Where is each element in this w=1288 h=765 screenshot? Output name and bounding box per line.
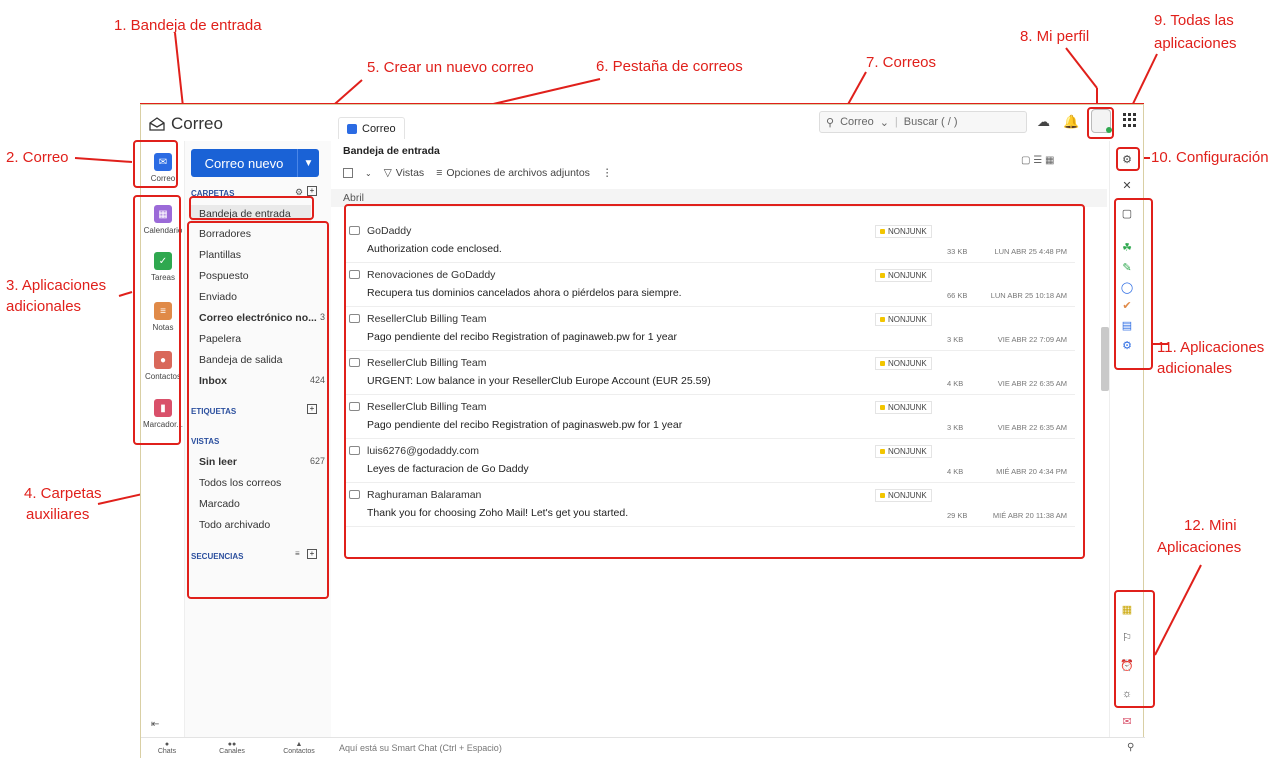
- annotation-11-line2: adicionales: [1157, 360, 1233, 377]
- annotation-4-line1: 4. Carpetas: [24, 485, 102, 502]
- footer-contactos[interactable]: ▲ Contactos: [279, 741, 319, 755]
- annotation-2: 2. Correo: [6, 149, 69, 166]
- annotation-box-correo: [133, 140, 178, 188]
- annotation-11-line1: 11. Aplicaciones: [1157, 339, 1265, 356]
- footer-canales[interactable]: ●● Canales: [212, 741, 252, 755]
- annotation-8: 8. Mi perfil: [1020, 28, 1090, 45]
- new-mail-label: Correo nuevo: [204, 155, 284, 171]
- chevron-down-icon: ⌄: [879, 116, 889, 129]
- annotation-7: 7. Correos: [866, 54, 937, 71]
- new-mail-button[interactable]: Correo nuevo ▼: [191, 149, 319, 177]
- scrollbar-thumb[interactable]: [1101, 327, 1109, 391]
- channels-icon: ●●: [227, 741, 237, 748]
- tab-correo[interactable]: Correo: [338, 117, 405, 139]
- scrollbar[interactable]: [1099, 195, 1109, 735]
- separator: |: [894, 116, 898, 128]
- chevron-down-icon[interactable]: ⌄: [365, 169, 372, 178]
- attachment-icon: ≡: [436, 167, 443, 179]
- app-title: Correo: [171, 114, 223, 133]
- list-toolbar: ⌄ ▽ Vistas ≡ Opciones de archivos adjunt…: [343, 167, 612, 179]
- annotation-12-line1: 12. Mini: [1184, 517, 1237, 534]
- add-folder-icon[interactable]: +: [307, 186, 317, 196]
- top-bar: Correo Correo ⚲ Correo ⌄ | Buscar ( / ) …: [141, 105, 1145, 141]
- annotation-9-line1: 9. Todas las: [1154, 12, 1234, 29]
- bell-icon[interactable]: 🔔: [1063, 114, 1079, 130]
- annotation-1: 1. Bandeja de entrada: [114, 17, 262, 34]
- annotation-10: 10. Configuración: [1151, 149, 1269, 166]
- screenshot-page: 1. Bandeja de entrada 2. Correo 3. Aplic…: [0, 0, 1288, 765]
- annotation-box-folders: [187, 221, 329, 599]
- chevron-down-icon[interactable]: ▼: [297, 149, 319, 177]
- mail-logo-icon: [149, 117, 165, 131]
- footer-bar: ● Chats ●● Canales ▲ Contactos Aquí está su…: [141, 737, 1145, 759]
- search-icon: ⚲: [826, 116, 835, 129]
- cloud-sync-icon[interactable]: ☁: [1037, 114, 1050, 130]
- chat-bubble-icon: ●: [164, 741, 170, 748]
- annotation-box-mails: [344, 204, 1085, 559]
- collapse-icon[interactable]: ⇤: [151, 719, 159, 730]
- select-all-checkbox[interactable]: [343, 168, 353, 178]
- search-scope[interactable]: Correo: [840, 116, 874, 128]
- search-placeholder: Buscar ( / ): [903, 116, 958, 128]
- person-icon: ▲: [295, 741, 303, 748]
- annotation-12-line2: Aplicaciones: [1157, 539, 1242, 556]
- filter-icon: ▽: [383, 167, 392, 179]
- shield-icon[interactable]: ✕: [1120, 179, 1134, 193]
- mail-tab-icon: [347, 123, 357, 134]
- search-icon[interactable]: ⚲: [1127, 742, 1134, 753]
- annotation-9-line2: aplicaciones: [1154, 35, 1237, 52]
- feedback-icon[interactable]: ✉: [1120, 715, 1134, 729]
- smart-chat-input[interactable]: Aquí está su Smart Chat (Ctrl + Espacio): [339, 743, 502, 753]
- tab-label: Correo: [362, 122, 396, 135]
- annotation-3-line2: adicionales: [6, 298, 82, 315]
- more-options-icon[interactable]: ⋮: [602, 167, 613, 179]
- annotation-box-apps: [133, 195, 181, 445]
- annotation-box-extra-apps: [1114, 198, 1153, 370]
- annotation-box-mini-apps: [1114, 590, 1155, 708]
- footer-chats[interactable]: ● Chats: [147, 741, 187, 755]
- app-brand: Correo: [149, 114, 223, 134]
- annotation-3-line1: 3. Aplicaciones: [6, 277, 107, 294]
- all-apps-grid-icon[interactable]: [1123, 113, 1137, 127]
- attachment-options-button[interactable]: Opciones de archivos adjuntos: [446, 167, 590, 179]
- view-mode-icons[interactable]: ▢ ☰ ▦: [1021, 155, 1054, 166]
- list-title: Bandeja de entrada: [343, 145, 440, 157]
- views-button[interactable]: Vistas: [396, 167, 424, 179]
- annotation-6: 6. Pestaña de correos: [596, 58, 743, 75]
- annotation-4-line2: auxiliares: [26, 506, 90, 523]
- annotation-box-profile: [1087, 107, 1114, 139]
- search-box[interactable]: ⚲ Correo ⌄ | Buscar ( / ): [819, 111, 1027, 133]
- annotation-box-settings: [1116, 147, 1140, 171]
- annotation-box-inbox: [189, 196, 314, 220]
- annotation-5: 5. Crear un nuevo correo: [367, 59, 534, 76]
